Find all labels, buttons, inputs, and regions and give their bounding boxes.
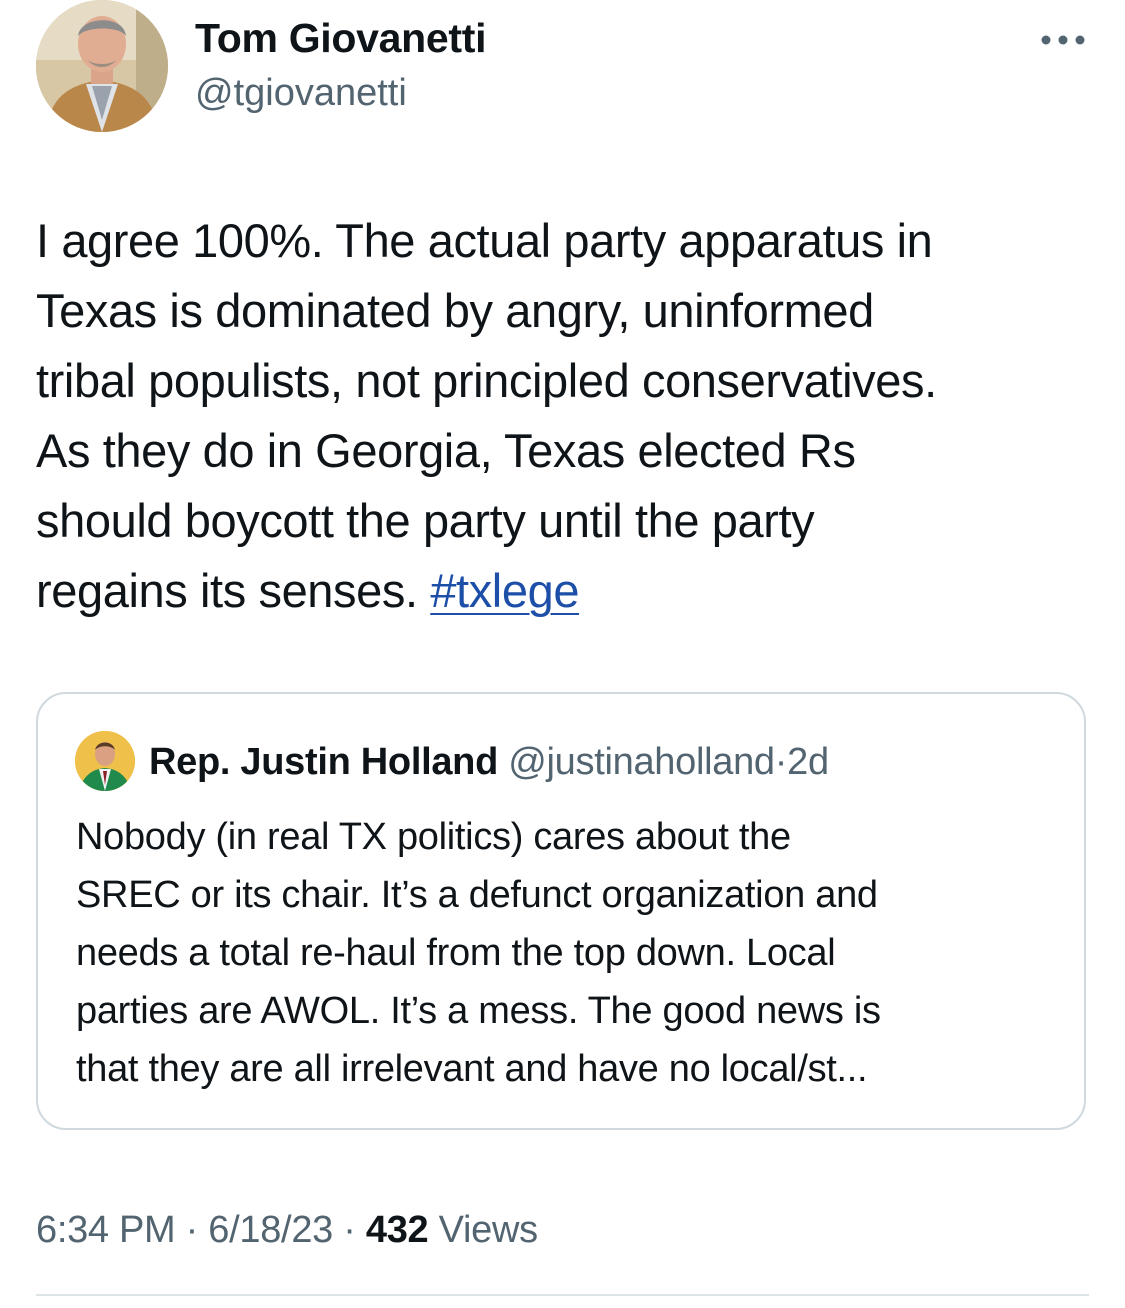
profile-photo-icon — [75, 731, 135, 791]
tweet-time[interactable]: 6:34 PM — [36, 1209, 176, 1251]
quoted-tweet-text: Nobody (in real TX politics) cares about… — [76, 816, 881, 1090]
tweet-date[interactable]: 6/18/23 — [208, 1209, 333, 1251]
meta-separator: · — [175, 1209, 209, 1251]
quoted-timestamp[interactable]: 2d — [787, 741, 829, 783]
author-display-name[interactable]: Tom Giovanetti — [195, 14, 486, 62]
more-options-button[interactable] — [1035, 22, 1091, 58]
author-handle[interactable]: @tgiovanetti — [195, 70, 407, 116]
views-count: 432 — [365, 1209, 429, 1251]
profile-photo-icon — [36, 0, 168, 132]
quoted-author-avatar[interactable] — [75, 731, 135, 791]
meta-separator: · — [332, 1209, 366, 1251]
quoted-display-name[interactable]: Rep. Justin Holland — [149, 741, 498, 783]
quoted-handle[interactable]: @justinaholland — [508, 741, 775, 783]
divider — [36, 1294, 1089, 1296]
author-avatar[interactable] — [36, 0, 168, 132]
quoted-tweet-card[interactable]: Rep. Justin Holland @justinaholland·2d N… — [36, 692, 1086, 1130]
tweet-meta: 6:34 PM · 6/18/23 · 432 Views — [36, 1206, 538, 1254]
views-label: Views — [438, 1209, 538, 1251]
quoted-separator: · — [774, 741, 788, 783]
quoted-header: Rep. Justin Holland @justinaholland·2d — [149, 738, 829, 786]
tweet-body: I agree 100%. The actual party apparatus… — [36, 214, 937, 617]
hashtag-link[interactable]: #txlege — [430, 564, 579, 617]
more-dots-icon — [1041, 35, 1085, 45]
tweet-text: I agree 100%. The actual party apparatus… — [36, 206, 1096, 626]
